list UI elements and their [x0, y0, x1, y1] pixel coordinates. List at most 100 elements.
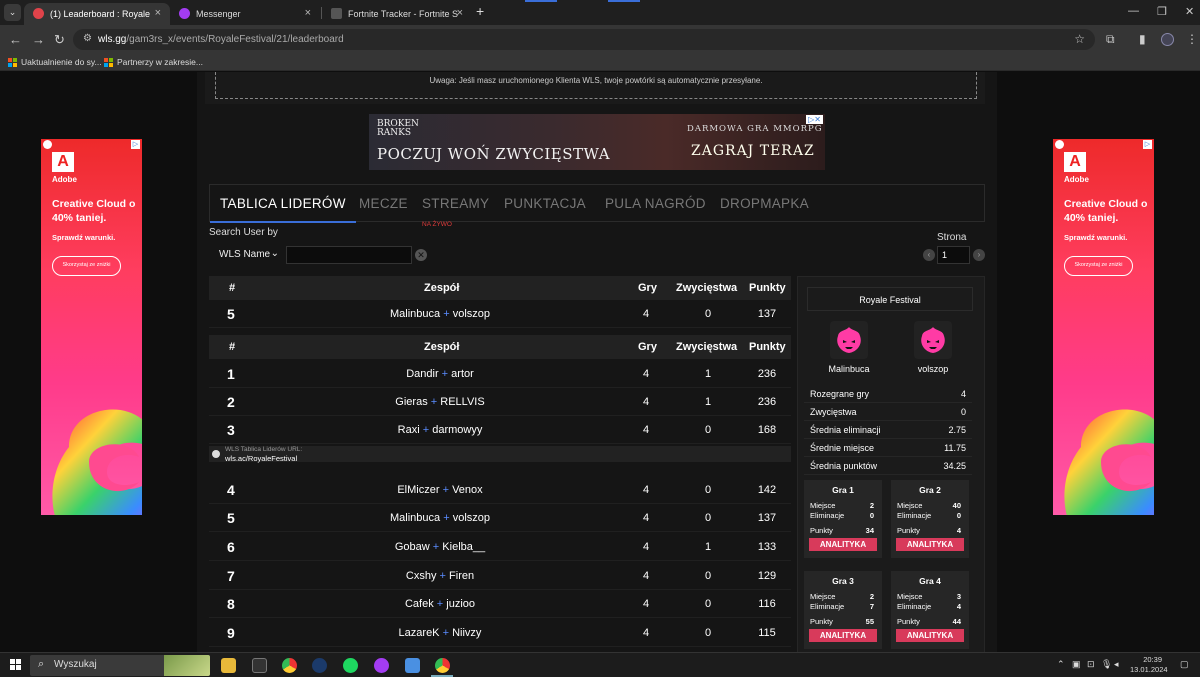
file-explorer-icon[interactable] — [221, 658, 236, 673]
bookmark-item[interactable]: Partnerzy w zakresie... — [104, 57, 203, 67]
player-name[interactable]: Malinbuca — [390, 308, 440, 320]
facebook-app-icon[interactable] — [405, 658, 420, 673]
bookmark-item[interactable]: Uaktualnienie do sy... — [8, 57, 102, 67]
ad-choices-icon[interactable]: ▷ — [1143, 140, 1152, 149]
adobe-side-ad-right[interactable]: ▷ A Adobe Creative Cloud o 40% taniej. S… — [1053, 139, 1154, 515]
tab-leaderboard[interactable]: TABLICA LIDERÓW — [210, 196, 356, 223]
analytics-button[interactable]: ANALITYKA — [809, 538, 877, 551]
browser-tab-messenger[interactable]: Messenger × — [170, 3, 320, 25]
volume-icon[interactable]: ◂ — [1114, 659, 1119, 670]
address-bar[interactable]: ⚙ wls.gg/gam3rs_x/events/RoyaleFestival/… — [73, 29, 1095, 50]
steam-icon[interactable] — [312, 658, 327, 673]
chrome-active-icon[interactable] — [435, 658, 450, 673]
player-name[interactable]: Cafek — [405, 598, 434, 610]
analytics-button[interactable]: ANALITYKA — [896, 538, 964, 551]
page-number-input[interactable]: 1 — [937, 246, 970, 264]
table-row[interactable]: 5 Malinbuca + volszop 4 0 137 — [209, 504, 791, 532]
clear-search-icon[interactable]: ✕ — [415, 249, 427, 261]
bookmark-star-icon[interactable]: ☆ — [1074, 32, 1085, 46]
adobe-side-ad-left[interactable]: ▷ A Adobe Creative Cloud o 40% taniej. S… — [41, 139, 142, 515]
forward-icon[interactable]: → — [32, 32, 45, 47]
player-name[interactable]: Raxi — [398, 424, 420, 436]
player-name[interactable]: artor — [451, 368, 474, 380]
new-tab-button[interactable]: + — [476, 3, 484, 19]
player-name[interactable]: Gieras — [395, 396, 427, 408]
player-name[interactable]: RELLVIS — [440, 396, 484, 408]
player-name[interactable]: Kielba__ — [442, 541, 485, 553]
browser-tab-fortnite-tracker[interactable]: Fortnite Tracker - Fortnite Stats × — [322, 3, 472, 25]
table-row[interactable]: 3 Raxi + darmowyy 4 0 168 — [209, 416, 791, 444]
taskbar-clock[interactable]: 20:39 13.01.2024 — [1130, 655, 1168, 675]
table-row-own-team[interactable]: 5 Malinbuca + volszop 4 0 137 — [209, 300, 791, 328]
player-name[interactable]: Dandir — [406, 368, 438, 380]
messenger-app-icon[interactable] — [374, 658, 389, 673]
chrome-icon[interactable] — [282, 658, 297, 673]
tab-search-button[interactable]: ⌄ — [4, 4, 21, 21]
player-name[interactable]: LazareK — [399, 627, 440, 639]
tab-dropmap[interactable]: DROPMAPKA — [720, 196, 809, 211]
epic-games-icon[interactable] — [252, 658, 267, 673]
analytics-button[interactable]: ANALITYKA — [896, 629, 964, 642]
analytics-button[interactable]: ANALITYKA — [809, 629, 877, 642]
tab-prize-pool[interactable]: PULA NAGRÓD — [605, 196, 706, 211]
player-name[interactable]: Niivzy — [452, 627, 481, 639]
notifications-icon[interactable]: ▢ — [1180, 659, 1189, 670]
reload-icon[interactable]: ↻ — [54, 32, 65, 48]
player-name[interactable]: volszop — [453, 308, 490, 320]
player-name[interactable]: ElMiczer — [397, 484, 439, 496]
player-name[interactable]: volszop — [903, 364, 963, 374]
network-icon[interactable]: ⊡ — [1087, 659, 1095, 670]
close-window-icon[interactable]: ✕ — [1185, 5, 1194, 18]
player-name[interactable]: darmowyy — [432, 424, 482, 436]
leaderboard-url[interactable]: wls.ac/RoyaleFestival — [225, 454, 297, 463]
tab-matches[interactable]: MECZE — [359, 196, 408, 211]
ad-choices-icon[interactable]: ▷✕ — [806, 115, 823, 124]
table-row[interactable]: 2 Gieras + RELLVIS 4 1 236 — [209, 388, 791, 416]
windows-start-icon[interactable] — [10, 659, 21, 670]
table-row[interactable]: 4 ElMiczer + Venox 4 0 142 — [209, 476, 791, 504]
player-name[interactable]: Malinbuca — [819, 364, 879, 374]
next-page-icon[interactable]: › — [973, 249, 985, 261]
broken-ranks-ad-banner[interactable]: BROKEN RANKS POCZUJ WOŃ ZWYCIĘSTWA DARMOW… — [369, 114, 825, 170]
tab-scoring[interactable]: PUNKTACJA — [504, 196, 586, 211]
browser-tab-leaderboard[interactable]: (1) Leaderboard : Royale Festiva × — [24, 3, 170, 25]
ad-info-icon[interactable] — [1055, 140, 1064, 149]
search-input[interactable] — [286, 246, 412, 264]
player-name[interactable]: Malinbuca — [390, 512, 440, 524]
prev-page-icon[interactable]: ‹ — [923, 249, 935, 261]
restore-icon[interactable]: ❐ — [1157, 5, 1167, 18]
site-info-icon[interactable]: ⚙ — [83, 33, 92, 44]
taskbar-search[interactable]: ⌕ Wyszukaj — [30, 655, 210, 676]
side-panel-icon[interactable]: ▮ — [1139, 32, 1146, 46]
search-type-select[interactable]: WLS Name ⌄ — [211, 247, 281, 264]
player-name[interactable]: Gobaw — [395, 541, 430, 553]
player-name[interactable]: juzioo — [446, 598, 475, 610]
back-icon[interactable]: ← — [9, 32, 22, 47]
ad-cta[interactable]: ZAGRAJ TERAZ — [691, 143, 815, 159]
spotify-icon[interactable] — [343, 658, 358, 673]
table-row[interactable]: 6 Gobaw + Kielba__ 4 1 133 — [209, 533, 791, 561]
table-row[interactable]: 7 Cxshy + Firen 4 0 129 — [209, 562, 791, 590]
profile-avatar[interactable] — [1161, 33, 1174, 46]
player-name[interactable]: Cxshy — [406, 570, 437, 582]
ad-info-icon[interactable] — [43, 140, 52, 149]
player-avatar[interactable] — [830, 321, 868, 359]
microphone-icon[interactable]: 🎙 — [1101, 659, 1112, 670]
close-tab-icon[interactable]: × — [457, 7, 463, 19]
close-tab-icon[interactable]: × — [305, 7, 311, 19]
close-tab-icon[interactable]: × — [155, 7, 161, 19]
player-avatar[interactable] — [914, 321, 952, 359]
extensions-icon[interactable]: ⧉ — [1106, 32, 1115, 47]
menu-icon[interactable]: ⋮ — [1186, 32, 1198, 46]
player-name[interactable]: Firen — [449, 570, 474, 582]
ad-button[interactable]: Skorzystaj ze zniżki — [52, 256, 121, 276]
player-name[interactable]: volszop — [453, 512, 490, 524]
ad-button[interactable]: Skorzystaj ze zniżki — [1064, 256, 1133, 276]
table-row[interactable]: 1 Dandir + artor 4 1 236 — [209, 360, 791, 388]
meet-now-icon[interactable]: ▣ — [1072, 659, 1081, 670]
table-row[interactable]: 8 Cafek + juzioo 4 0 116 — [209, 590, 791, 618]
tray-chevron-icon[interactable]: ⌃ — [1057, 659, 1065, 670]
table-row[interactable]: 9 LazareK + Niivzy 4 0 115 — [209, 619, 791, 647]
player-name[interactable]: Venox — [452, 484, 483, 496]
minimize-icon[interactable]: — — [1128, 5, 1139, 17]
